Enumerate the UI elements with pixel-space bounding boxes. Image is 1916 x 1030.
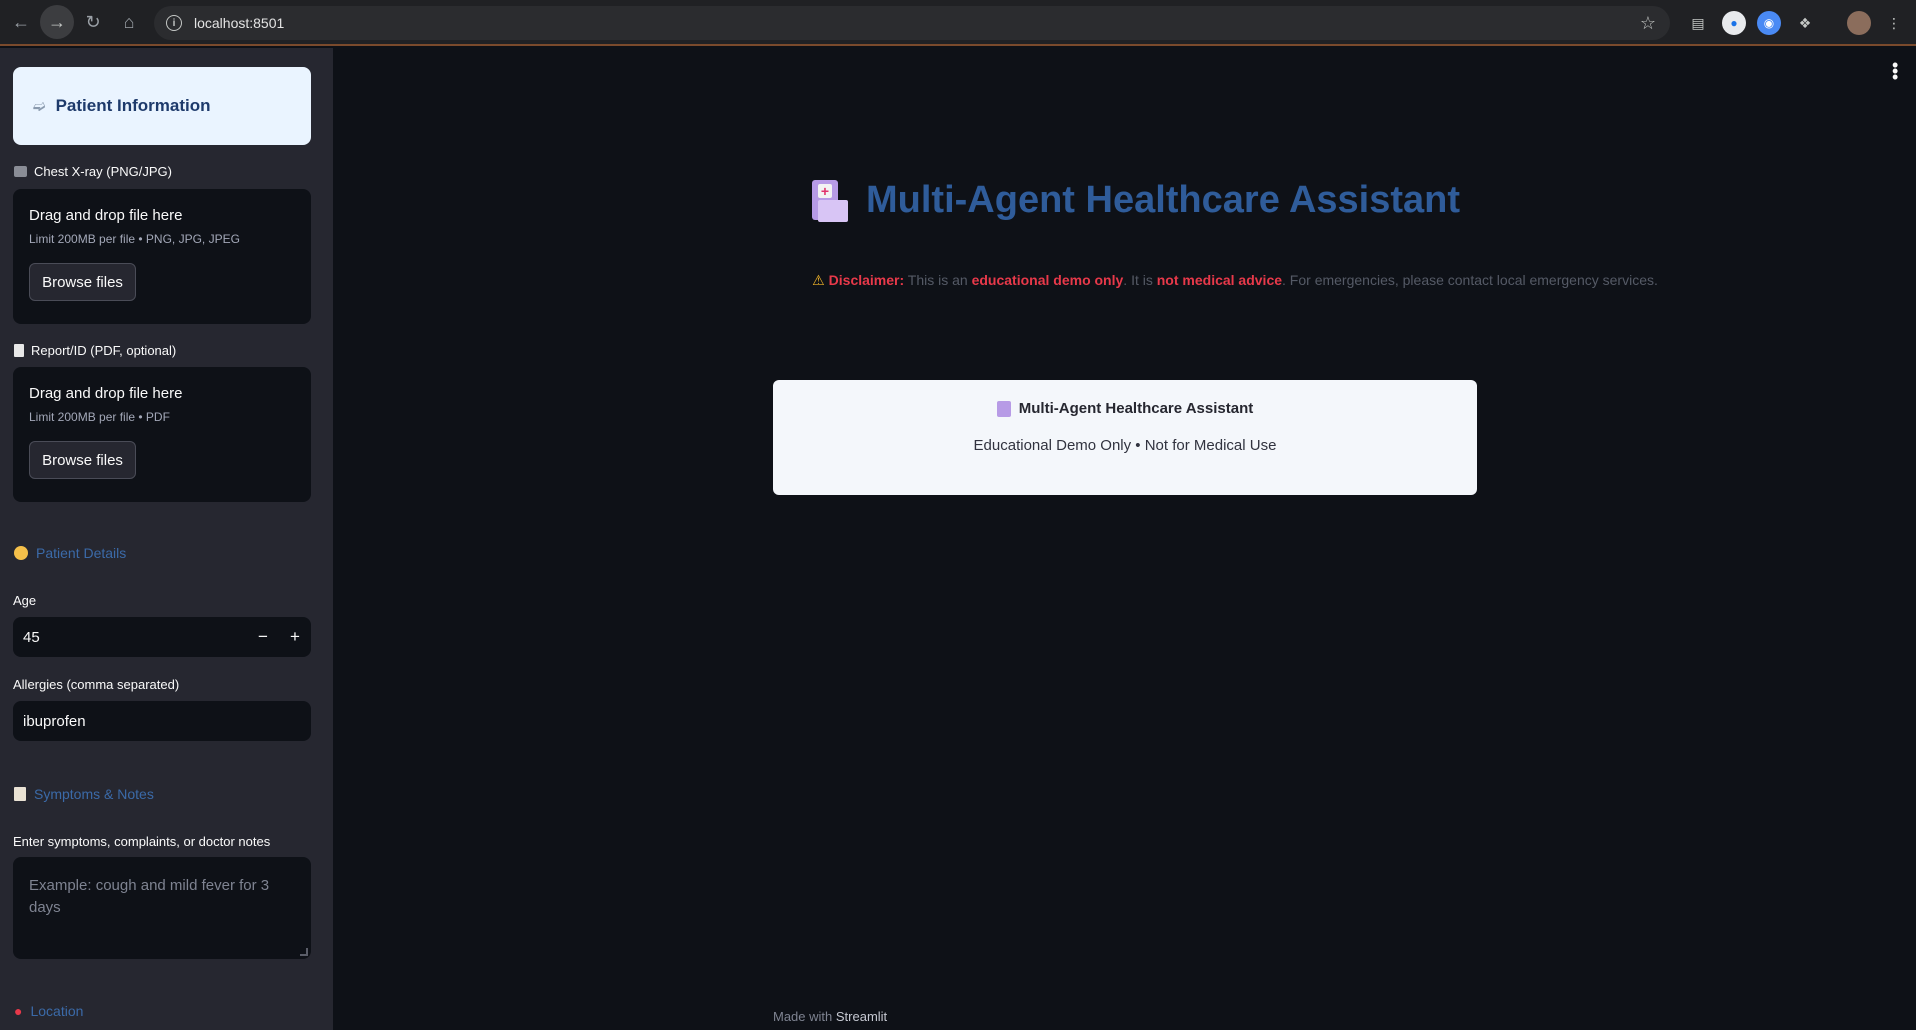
profile-avatar[interactable] xyxy=(1847,11,1871,35)
xray-icon xyxy=(14,166,27,177)
info-card: Multi-Agent Healthcare Assistant Educati… xyxy=(773,380,1477,495)
sidebar: ➫ Patient Information Chest X-ray (PNG/J… xyxy=(0,48,333,1030)
warning-icon: ⚠ xyxy=(812,272,825,288)
bone-icon: ➫ xyxy=(33,98,46,115)
dropzone-title: Drag and drop file here xyxy=(29,207,183,224)
person-icon xyxy=(14,546,28,560)
footer-text: Made with xyxy=(773,1009,836,1024)
report-label-text: Report/ID (PDF, optional) xyxy=(31,343,177,358)
chest-xray-dropzone[interactable]: Drag and drop file here Limit 200MB per … xyxy=(13,189,311,324)
increment-button[interactable]: + xyxy=(279,617,311,657)
hospital-icon: + xyxy=(810,178,848,222)
forward-icon[interactable]: → xyxy=(40,5,74,39)
info-card-title: Multi-Agent Healthcare Assistant xyxy=(773,400,1477,417)
pin-icon: ● xyxy=(14,1003,23,1019)
chest-xray-label: Chest X-ray (PNG/JPG) xyxy=(14,164,172,179)
allergies-input[interactable]: ibuprofen xyxy=(13,701,311,741)
browser-toolbar: ← → ↻ ⌂ i localhost:8501 ☆ ▤ ● ◉ ❖ ⋮ xyxy=(0,0,1916,46)
patient-information-card: ➫ Patient Information xyxy=(13,67,311,145)
tab-search-icon[interactable]: ▤ xyxy=(1686,11,1710,35)
info-card-subtitle: Educational Demo Only • Not for Medical … xyxy=(973,437,1277,454)
browser-menu-icon[interactable]: ⋮ xyxy=(1882,11,1906,35)
age-number-input[interactable]: 45 − + xyxy=(13,617,311,657)
extension-icon[interactable]: ◉ xyxy=(1757,11,1781,35)
info-card-title-text: Multi-Agent Healthcare Assistant xyxy=(1018,400,1254,417)
dropzone-limit: Limit 200MB per file • PNG, JPG, JPEG xyxy=(29,232,240,246)
symptoms-field-label: Enter symptoms, complaints, or doctor no… xyxy=(13,834,271,849)
extension-icon[interactable]: ● xyxy=(1722,11,1746,35)
puzzle-icon[interactable]: ❖ xyxy=(1793,11,1817,35)
disclaimer-emphasis: educational demo only xyxy=(971,272,1124,288)
memo-icon xyxy=(14,787,26,801)
allergies-label: Allergies (comma separated) xyxy=(13,677,180,692)
browse-files-button[interactable]: Browse files xyxy=(29,263,136,301)
patient-card-title: Patient Information xyxy=(55,96,211,115)
main-menu-icon[interactable]: • • • xyxy=(1892,56,1898,86)
document-icon xyxy=(14,344,24,357)
page-header: + Multi-Agent Healthcare Assistant xyxy=(810,178,1460,222)
back-icon[interactable]: ← xyxy=(4,5,38,39)
hospital-icon xyxy=(996,400,1011,417)
symptoms-placeholder: Example: cough and mild fever for 3 days xyxy=(29,877,270,916)
symptoms-heading-text: Symptoms & Notes xyxy=(34,786,154,802)
dropzone-limit: Limit 200MB per file • PDF xyxy=(29,410,170,424)
patient-details-heading-text: Patient Details xyxy=(36,545,127,561)
disclaimer-emphasis: not medical advice xyxy=(1156,272,1283,288)
age-label: Age xyxy=(13,593,37,608)
browse-files-button[interactable]: Browse files xyxy=(29,441,136,479)
disclaimer-text: This is an xyxy=(904,272,972,288)
home-icon[interactable]: ⌂ xyxy=(112,5,146,39)
decrement-button[interactable]: − xyxy=(247,617,279,657)
location-heading: ● Location xyxy=(14,1003,83,1019)
chest-xray-label-text: Chest X-ray (PNG/JPG) xyxy=(34,164,172,179)
disclaimer-text: . For emergencies, please contact local … xyxy=(1282,272,1658,288)
site-info-icon[interactable]: i xyxy=(166,15,182,31)
disclaimer-label: Disclaimer: xyxy=(828,272,905,288)
symptoms-heading: Symptoms & Notes xyxy=(14,786,154,802)
bookmark-star-icon[interactable]: ☆ xyxy=(1640,13,1656,34)
report-label: Report/ID (PDF, optional) xyxy=(14,343,176,358)
age-value[interactable]: 45 xyxy=(13,629,247,646)
location-heading-text: Location xyxy=(30,1003,84,1019)
disclaimer: ⚠ Disclaimer: This is an educational demo… xyxy=(770,268,1700,292)
reload-icon[interactable]: ↻ xyxy=(76,5,110,39)
dropzone-title: Drag and drop file here xyxy=(29,385,183,402)
page-title: Multi-Agent Healthcare Assistant xyxy=(866,178,1461,221)
symptoms-textarea[interactable]: Example: cough and mild fever for 3 days xyxy=(13,857,311,959)
streamlit-link[interactable]: Streamlit xyxy=(836,1009,887,1024)
disclaimer-text: . It is xyxy=(1123,272,1157,288)
report-dropzone[interactable]: Drag and drop file here Limit 200MB per … xyxy=(13,367,311,502)
patient-details-heading: Patient Details xyxy=(14,545,126,561)
address-bar[interactable]: i localhost:8501 ☆ xyxy=(154,6,1670,40)
footer: Made with Streamlit xyxy=(773,1009,887,1024)
url-text: localhost:8501 xyxy=(194,15,285,31)
resize-handle[interactable] xyxy=(300,948,308,956)
